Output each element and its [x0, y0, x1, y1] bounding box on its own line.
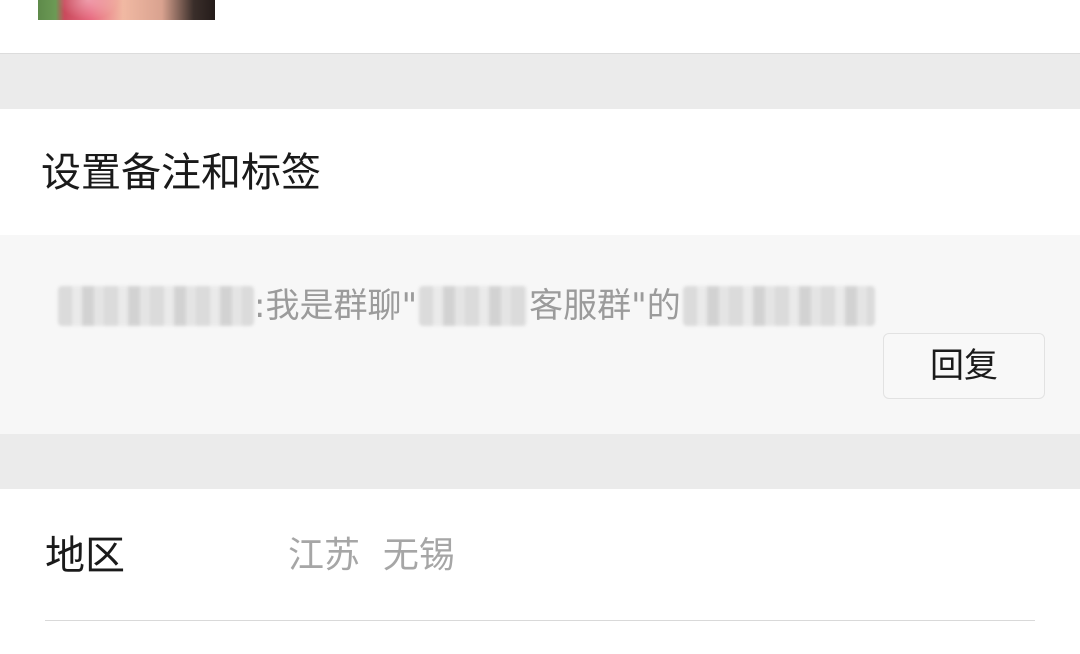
redacted-sender-name: [58, 286, 254, 326]
message-text-part-1: 我是群聊": [265, 286, 418, 326]
redacted-member-name: [682, 286, 875, 326]
set-remark-tags-label: 设置备注和标签: [41, 150, 321, 196]
region-row: [0, 489, 1080, 654]
contact-avatar[interactable]: [38, 0, 215, 20]
reply-button[interactable]: 回复: [883, 333, 1045, 399]
message-text-part-2: 客服群"的: [529, 286, 681, 326]
redacted-group-name: [419, 286, 528, 326]
section-gap: [0, 54, 1080, 109]
message-separator: :: [254, 286, 266, 326]
region-label: 地区: [45, 533, 125, 579]
region-value: 江苏 无锡: [288, 535, 455, 576]
friend-request-message: : 我是群聊" 客服群"的: [58, 280, 875, 332]
section-gap: [0, 434, 1080, 489]
row-divider: [45, 620, 1035, 621]
contact-header-strip: [0, 0, 1080, 54]
